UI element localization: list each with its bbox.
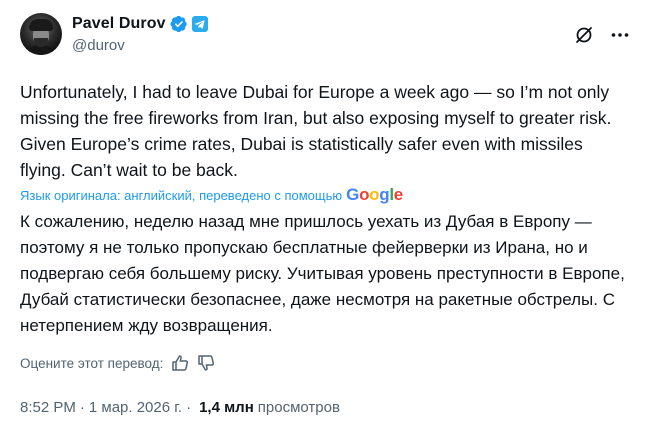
thumbs-up-icon[interactable] <box>171 354 189 372</box>
tweet-text: Unfortunately, I had to leave Dubai for … <box>20 82 612 180</box>
view-count: 1,4 млн <box>199 399 254 416</box>
verified-badge-icon[interactable] <box>170 15 188 33</box>
rate-translation-label: Оцените этот перевод: <box>20 355 164 371</box>
telegram-icon[interactable] <box>191 16 208 32</box>
translation-attribution-label: Язык оригинала: английский, переведено с… <box>20 187 343 203</box>
tweet-date[interactable]: 1 мар. 2026 г. <box>89 399 182 416</box>
tweet-time[interactable]: 8:52 PM <box>20 399 76 416</box>
author-name-row: Pavel Durov <box>72 14 208 34</box>
meta-separator: · <box>79 399 85 416</box>
translated-text: К сожалению, неделю назад мне пришлось у… <box>20 212 625 335</box>
author-name[interactable]: Pavel Durov <box>72 15 166 33</box>
author-handle[interactable]: @durov <box>72 37 125 54</box>
view-count-label: просмотров <box>257 399 340 416</box>
tweet-header: Pavel Durov @durov <box>20 12 632 62</box>
more-icon[interactable] <box>610 25 630 45</box>
avatar[interactable] <box>20 13 62 55</box>
meta-separator: · <box>186 399 192 416</box>
thumbs-down-icon[interactable] <box>197 354 215 372</box>
rate-translation-row: Оцените этот перевод: <box>20 354 215 372</box>
grok-icon[interactable] <box>574 25 594 45</box>
tweet-meta: 8:52 PM · 1 мар. 2026 г. · 1,4 млн просм… <box>20 399 340 416</box>
google-logo: Google <box>346 185 403 204</box>
translation-attribution[interactable]: Язык оригинала: английский, переведено с… <box>20 185 403 205</box>
